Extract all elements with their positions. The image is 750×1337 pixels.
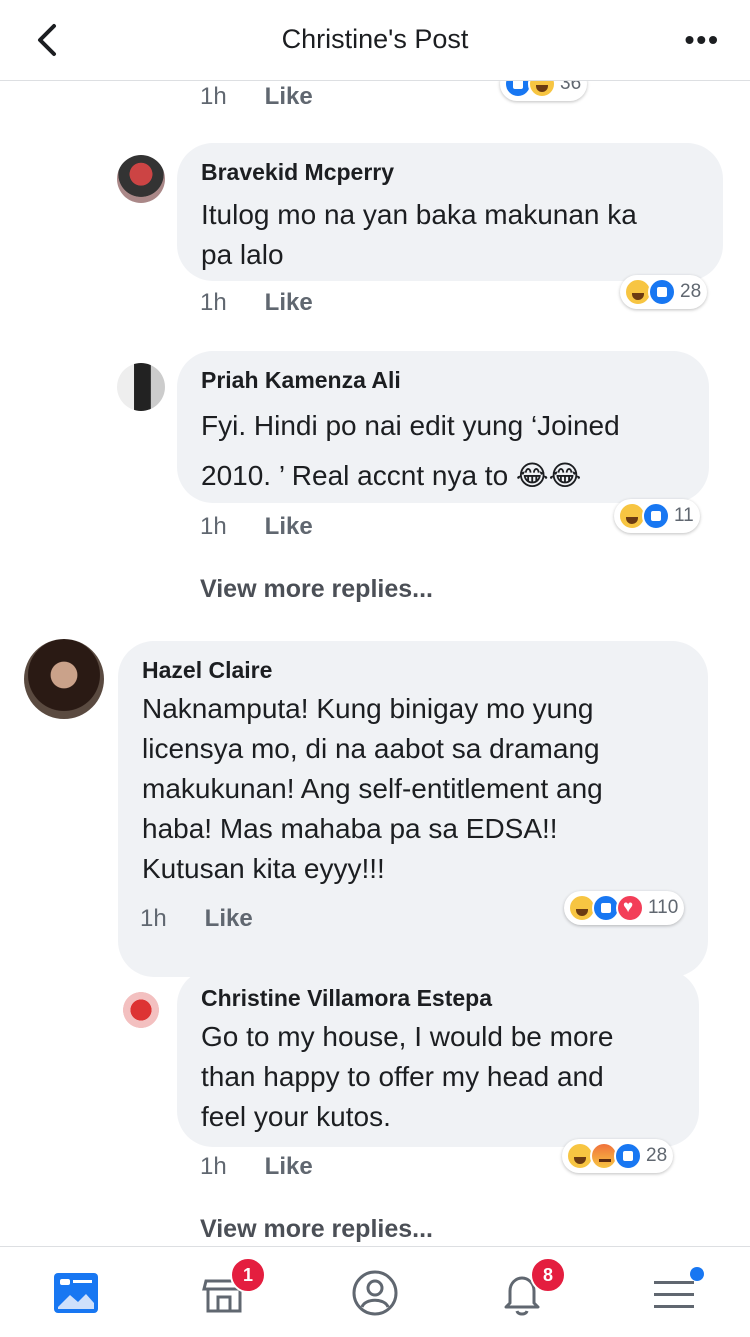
like-button[interactable]: Like — [205, 905, 253, 932]
commenter-name[interactable]: Hazel Claire — [142, 657, 272, 684]
comment-line: than happy to offer my head and — [201, 1061, 604, 1092]
avatar[interactable] — [117, 363, 165, 411]
reaction-summary[interactable]: 110 — [564, 891, 685, 925]
more-options-icon[interactable]: ••• — [685, 24, 720, 56]
reaction-count: 36 — [560, 81, 582, 94]
reaction-summary[interactable]: 28 — [562, 1139, 674, 1173]
comment-meta: 1h Like — [200, 1153, 313, 1181]
comment-line: makukunan! Ang self-entitlement ang — [142, 773, 603, 804]
love-icon — [616, 894, 644, 922]
like-icon — [648, 278, 676, 306]
top-nav-bar: Christine's Post ••• — [0, 0, 750, 81]
comment-text: Fyi. Hindi po nai edit yung ‘Joined 2010… — [201, 401, 620, 501]
comment-time: 1h — [200, 1153, 227, 1180]
page-title: Christine's Post — [281, 24, 469, 54]
comments-list: 1h Like 36 Bravekid Mcperry Itulog mo na… — [0, 81, 750, 1246]
comment-line: 2010. ’ Real accnt nya to 😂😂 — [201, 460, 582, 491]
comment-meta: 1h Like — [200, 289, 313, 317]
like-button[interactable]: Like — [265, 289, 313, 316]
comment-bubble: Bravekid Mcperry Itulog mo na yan baka m… — [177, 143, 723, 281]
reaction-summary[interactable]: 36 — [500, 81, 588, 101]
comment-line: Kutusan kita eyyy!!! — [142, 853, 385, 884]
comment-bubble: Priah Kamenza Ali Fyi. Hindi po nai edit… — [177, 351, 709, 503]
reaction-summary[interactable]: 28 — [620, 275, 708, 309]
reaction-summary[interactable]: 11 — [614, 499, 700, 533]
avatar[interactable] — [120, 989, 162, 1031]
comment-line: Go to my house, I would be more — [201, 1021, 614, 1052]
view-more-replies-link[interactable]: View more replies... — [200, 575, 433, 604]
haha-icon — [528, 81, 556, 98]
comment-line: pa lalo — [201, 239, 284, 270]
reaction-count: 28 — [646, 1145, 668, 1166]
avatar[interactable] — [24, 639, 104, 719]
notifications-badge: 8 — [530, 1257, 566, 1293]
comment-line: Naknamputa! Kung binigay mo yung — [142, 693, 594, 724]
comment-time: 1h — [200, 513, 227, 540]
comment-line: Itulog mo na yan baka makunan ka — [201, 199, 637, 230]
comment-bubble: Christine Villamora Estepa Go to my hous… — [177, 969, 699, 1147]
commenter-name[interactable]: Priah Kamenza Ali — [201, 367, 401, 394]
comment-time: 1h — [200, 289, 227, 316]
reaction-count: 110 — [648, 897, 679, 918]
reaction-count: 11 — [674, 505, 694, 526]
comment-meta: 1h Like — [200, 83, 313, 111]
comment-meta: 1h Like — [200, 513, 313, 541]
menu-notification-dot — [690, 1267, 704, 1281]
comment-line: licensya mo, di na aabot sa dramang — [142, 733, 600, 764]
comment-text: Itulog mo na yan baka makunan ka pa lalo — [201, 195, 637, 275]
like-icon — [642, 502, 670, 530]
comment-line: haba! Mas mahaba pa sa EDSA!! — [142, 813, 558, 844]
comment-time: 1h — [200, 83, 227, 110]
bottom-tab-bar: 1 8 — [0, 1246, 750, 1337]
marketplace-badge: 1 — [230, 1257, 266, 1293]
avatar[interactable] — [117, 155, 165, 203]
comment-meta: 1h Like — [140, 905, 253, 933]
comment-time: 1h — [140, 905, 167, 932]
comment-line: Fyi. Hindi po nai edit yung ‘Joined — [201, 410, 620, 441]
like-icon — [614, 1142, 642, 1170]
news-feed-icon[interactable] — [50, 1267, 102, 1319]
commenter-name[interactable]: Bravekid Mcperry — [201, 159, 394, 186]
comment-text: Go to my house, I would be more than hap… — [201, 1017, 613, 1137]
like-button[interactable]: Like — [265, 83, 313, 110]
like-button[interactable]: Like — [265, 513, 313, 540]
reaction-count: 28 — [680, 281, 702, 302]
commenter-name[interactable]: Christine Villamora Estepa — [201, 985, 492, 1012]
profile-icon[interactable] — [349, 1267, 401, 1319]
comment-line: feel your kutos. — [201, 1101, 391, 1132]
like-button[interactable]: Like — [265, 1153, 313, 1180]
view-more-replies-link[interactable]: View more replies... — [200, 1215, 433, 1244]
comment-text: Naknamputa! Kung binigay mo yung licensy… — [142, 689, 603, 889]
